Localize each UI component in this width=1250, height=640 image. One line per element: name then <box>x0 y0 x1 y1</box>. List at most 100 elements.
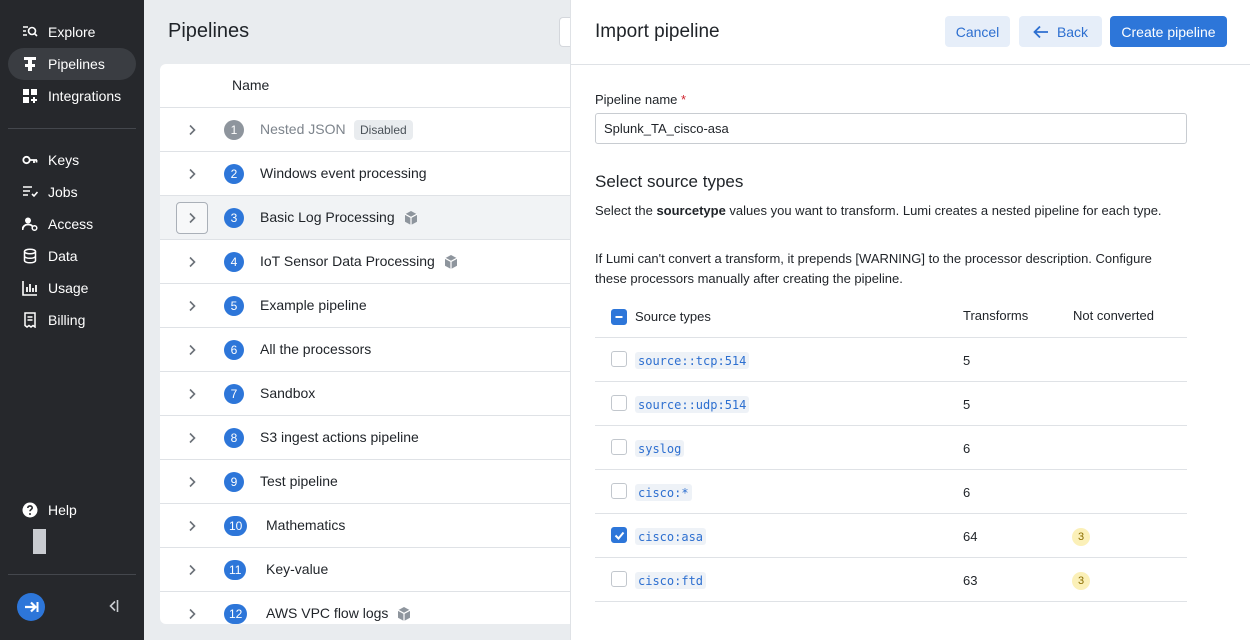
table-row[interactable]: 9 Test pipeline <box>160 460 580 504</box>
sidebar-item-jobs[interactable]: Jobs <box>8 176 136 208</box>
expand-row-button[interactable] <box>176 466 208 498</box>
pipeline-name-input[interactable] <box>595 113 1187 144</box>
package-cube-icon <box>444 255 458 269</box>
back-button[interactable]: Back <box>1019 16 1102 47</box>
sidebar-item-billing[interactable]: Billing <box>8 304 136 336</box>
table-row[interactable]: 4 IoT Sensor Data Processing <box>160 240 580 284</box>
sidebar-item-integrations[interactable]: Integrations <box>8 80 136 112</box>
sidebar-divider <box>8 574 136 575</box>
expand-row-button[interactable] <box>176 598 208 624</box>
pipeline-name[interactable]: IoT Sensor Data Processing <box>260 253 435 269</box>
create-label: Create pipeline <box>1121 23 1216 40</box>
pipeline-name[interactable]: Mathematics <box>266 517 345 533</box>
pipeline-name[interactable]: Key-value <box>266 561 328 577</box>
sidebar-item-keys[interactable]: Keys <box>8 144 136 176</box>
panel-header: Import pipeline Cancel Back Create pipel… <box>571 0 1250 65</box>
source-type-checkbox[interactable] <box>611 395 627 411</box>
sidebar-item-label: Jobs <box>48 184 78 200</box>
source-type-name: source::udp:514 <box>635 396 750 413</box>
source-type-checkbox[interactable] <box>611 483 627 499</box>
expand-row-button[interactable] <box>176 290 208 322</box>
sidebar-divider <box>8 128 136 129</box>
source-type-checkbox[interactable] <box>611 439 627 455</box>
pipeline-name-label: Pipeline name * <box>595 92 687 107</box>
chevron-right-icon <box>189 344 196 356</box>
select-all-checkbox[interactable] <box>611 309 627 325</box>
sidebar-item-data[interactable]: Data <box>8 240 136 272</box>
pipeline-name[interactable]: Windows event processing <box>260 165 427 181</box>
collapse-sidebar-icon[interactable] <box>106 598 120 614</box>
chevron-right-icon <box>189 564 196 576</box>
table-row[interactable]: 5 Example pipeline <box>160 284 580 328</box>
expand-row-button[interactable] <box>176 114 208 146</box>
sidebar-footer <box>0 590 144 624</box>
table-row[interactable]: 12 AWS VPC flow logs <box>160 592 580 624</box>
chevron-right-icon <box>189 124 196 136</box>
pipeline-number: 5 <box>224 296 244 316</box>
create-pipeline-button[interactable]: Create pipeline <box>1110 16 1227 47</box>
source-type-row[interactable]: syslog 6 <box>595 426 1187 470</box>
usage-chart-icon <box>22 281 37 296</box>
source-type-checkbox[interactable] <box>611 571 627 587</box>
sidebar-item-explore[interactable]: Explore <box>8 16 136 48</box>
expand-row-button[interactable] <box>176 202 208 234</box>
source-type-row[interactable]: cisco:* 6 <box>595 470 1187 514</box>
pipeline-name[interactable]: Sandbox <box>260 385 315 401</box>
jobs-icon <box>23 186 38 198</box>
sidebar-item-label: Pipelines <box>48 56 105 72</box>
disabled-badge: Disabled <box>354 120 413 140</box>
source-type-checkbox[interactable] <box>611 527 627 543</box>
table-row[interactable]: 6 All the processors <box>160 328 580 372</box>
expand-row-button[interactable] <box>176 378 208 410</box>
help-icon <box>22 502 38 518</box>
source-type-row[interactable]: source::tcp:514 5 <box>595 338 1187 382</box>
expand-row-button[interactable] <box>176 510 208 542</box>
source-type-row[interactable]: cisco:ftd 63 3 <box>595 558 1187 602</box>
table-row[interactable]: 3 Basic Log Processing <box>160 196 580 240</box>
table-row[interactable]: 8 S3 ingest actions pipeline <box>160 416 580 460</box>
expand-row-button[interactable] <box>176 422 208 454</box>
cancel-button[interactable]: Cancel <box>945 16 1010 47</box>
sidebar-item-usage[interactable]: Usage <box>8 272 136 304</box>
sidebar-item-pipelines[interactable]: Pipelines <box>8 48 136 80</box>
table-row[interactable]: 7 Sandbox <box>160 372 580 416</box>
main-content: Pipelines Name 1 Nested JSON Disabled 2 Wind… <box>144 0 580 640</box>
source-type-row[interactable]: cisco:asa 64 3 <box>595 514 1187 558</box>
key-icon <box>22 155 38 165</box>
pipeline-name[interactable]: Basic Log Processing <box>260 209 395 225</box>
source-type-name: cisco:asa <box>635 528 707 545</box>
transforms-count: 5 <box>963 397 971 412</box>
expand-row-button[interactable] <box>176 246 208 278</box>
pipeline-name[interactable]: Test pipeline <box>260 473 338 489</box>
logo-arrow-icon[interactable] <box>17 593 45 621</box>
chevron-right-icon <box>189 520 196 532</box>
expand-row-button[interactable] <box>176 554 208 586</box>
pipeline-name[interactable]: S3 ingest actions pipeline <box>260 429 419 445</box>
source-type-row[interactable]: source::udp:514 5 <box>595 382 1187 426</box>
pipeline-name[interactable]: AWS VPC flow logs <box>266 605 388 621</box>
table-row[interactable]: 11 Key-value <box>160 548 580 592</box>
expand-row-button[interactable] <box>176 334 208 366</box>
sidebar: Explore Pipelines Integrations Keys Jobs… <box>0 0 144 640</box>
database-icon <box>23 248 37 264</box>
pipeline-name[interactable]: Nested JSON <box>260 121 346 137</box>
table-row[interactable]: 2 Windows event processing <box>160 152 580 196</box>
pipeline-number: 3 <box>224 208 244 228</box>
not-converted-badge: 3 <box>1072 572 1090 590</box>
pipeline-number: 8 <box>224 428 244 448</box>
pipeline-name[interactable]: All the processors <box>260 341 371 357</box>
sidebar-item-access[interactable]: Access <box>8 208 136 240</box>
chevron-right-icon <box>189 256 196 268</box>
sidebar-item-help[interactable]: Help <box>8 494 136 526</box>
pipeline-name[interactable]: Example pipeline <box>260 297 367 313</box>
sidebar-item-label: Usage <box>48 280 89 296</box>
pipeline-number: 10 <box>224 516 248 536</box>
table-row[interactable]: 10 Mathematics <box>160 504 580 548</box>
transforms-count: 6 <box>963 485 971 500</box>
source-type-checkbox[interactable] <box>611 351 627 367</box>
sidebar-item-label: Billing <box>48 312 86 328</box>
table-row[interactable]: 1 Nested JSON Disabled <box>160 108 580 152</box>
transforms-count: 63 <box>963 573 978 588</box>
pipeline-number: 2 <box>224 164 244 184</box>
expand-row-button[interactable] <box>176 158 208 190</box>
